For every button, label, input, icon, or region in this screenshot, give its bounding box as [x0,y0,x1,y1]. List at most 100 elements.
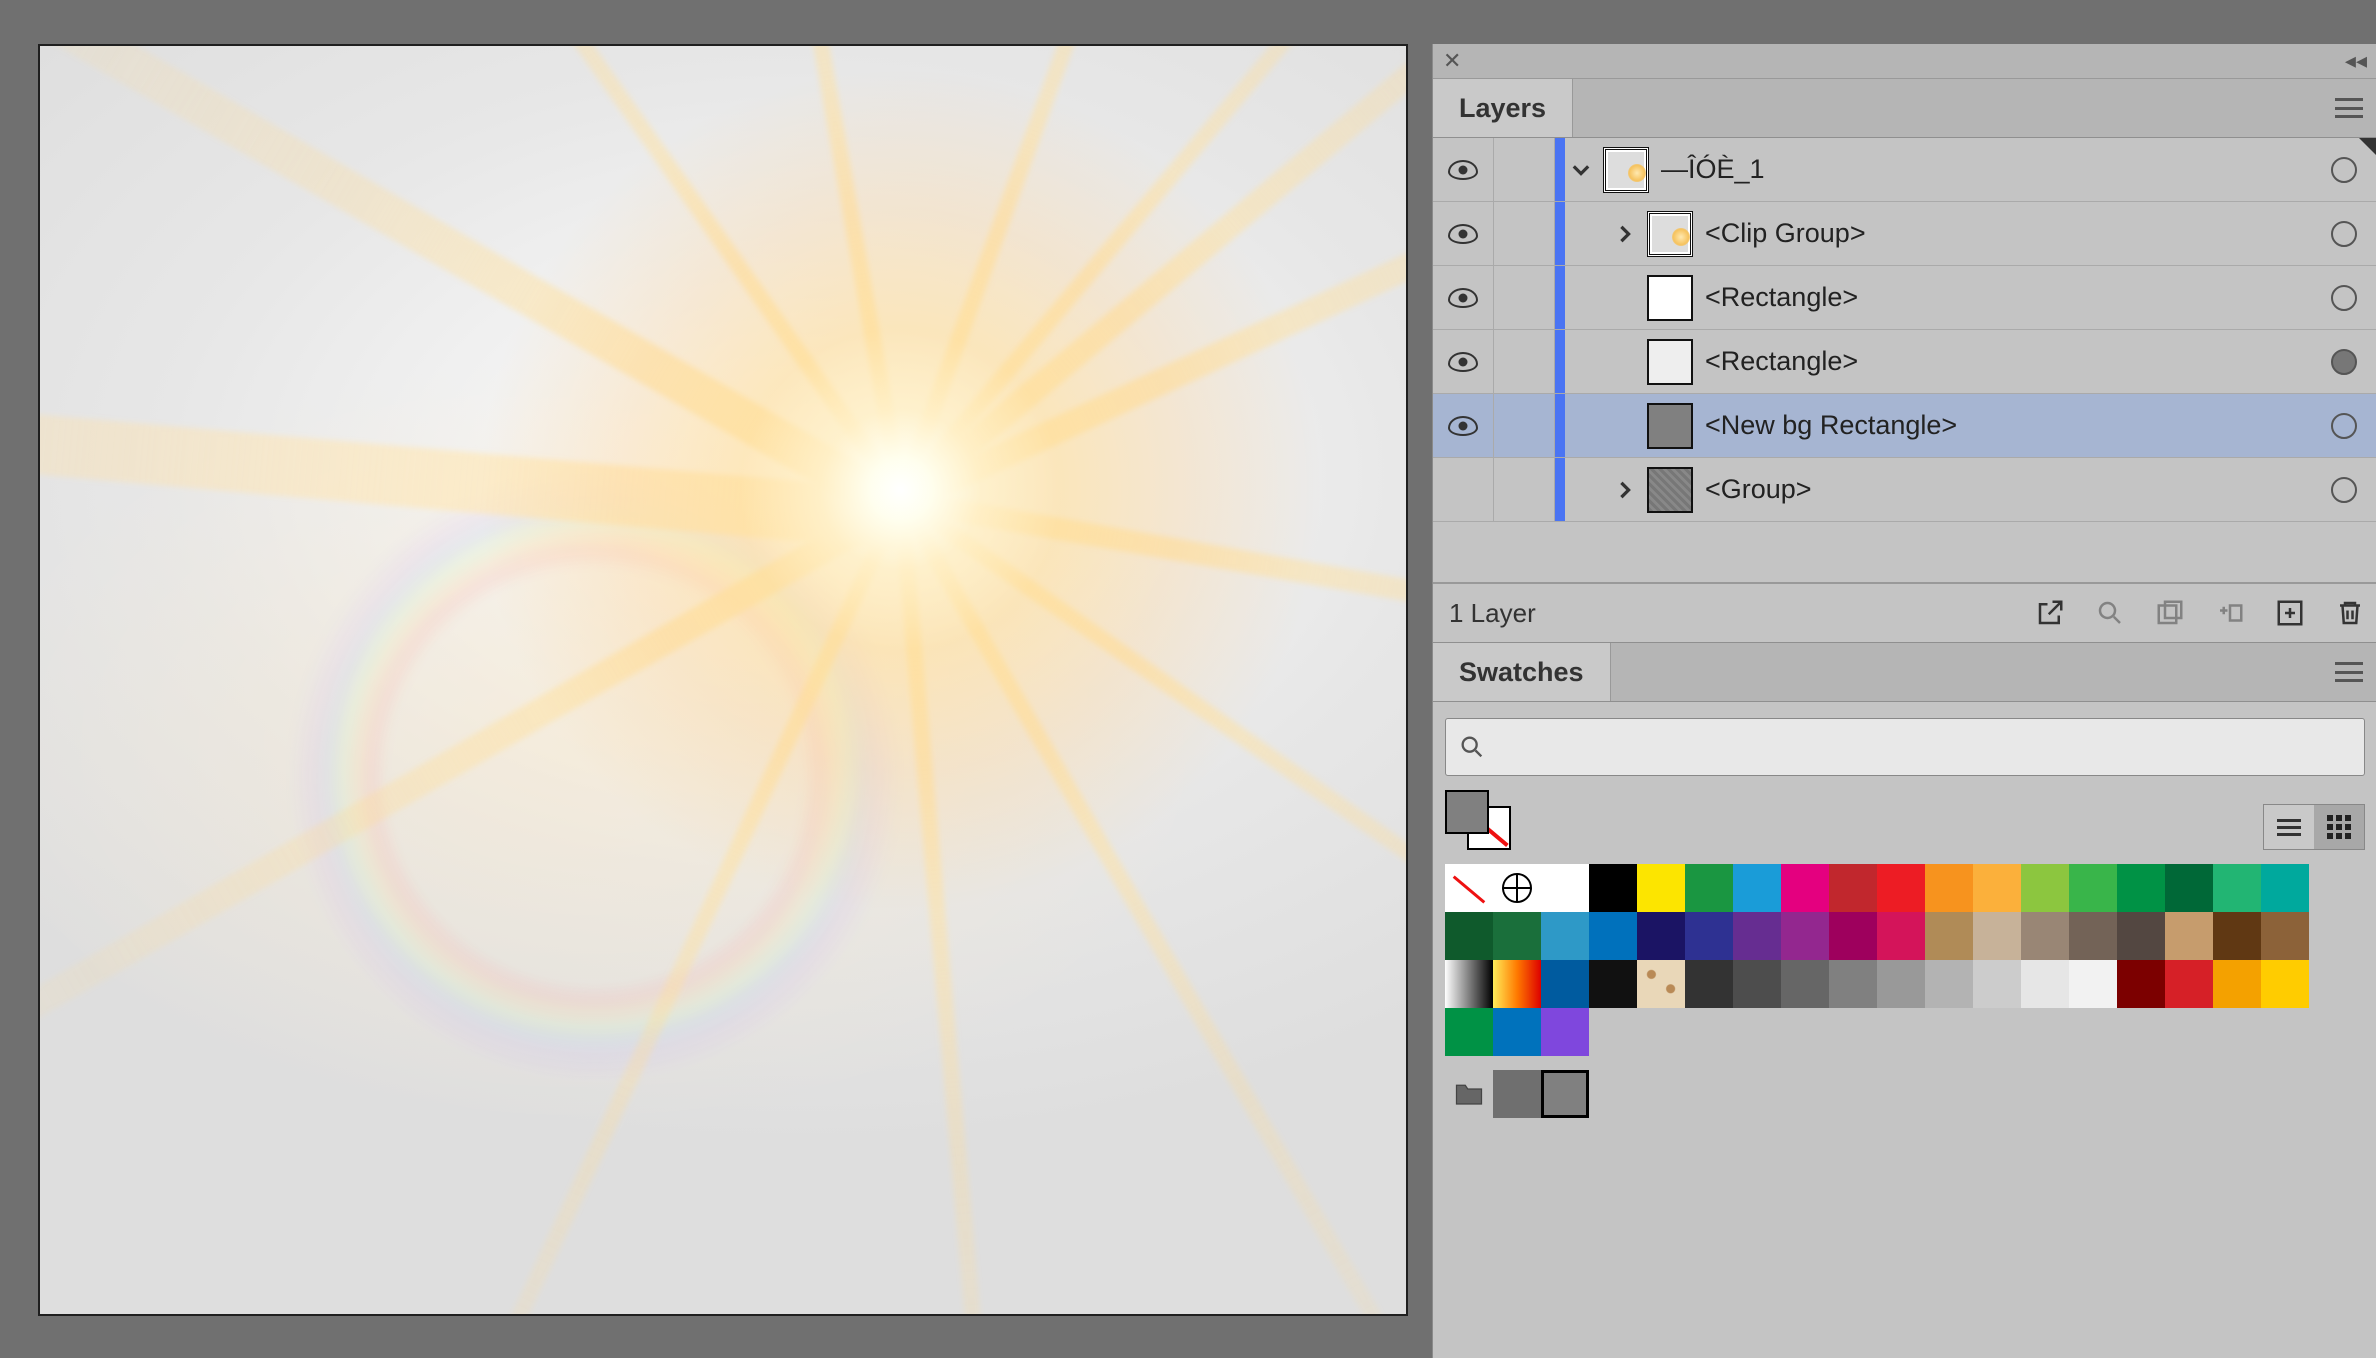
layer-row[interactable]: <Group> [1433,458,2376,522]
swatch-search-input[interactable] [1498,732,2352,762]
swatch[interactable] [1445,1008,1493,1056]
swatch[interactable] [1589,912,1637,960]
search-layers-icon[interactable] [2095,598,2125,628]
layer-name-label[interactable]: <Clip Group> [1705,218,1866,249]
swatch[interactable] [1493,912,1541,960]
swatch[interactable] [1733,864,1781,912]
fill-swatch[interactable] [1445,790,1489,834]
visibility-toggle[interactable] [1433,458,1494,521]
swatch[interactable] [1733,960,1781,1008]
swatch[interactable] [2021,960,2069,1008]
swatch[interactable] [1925,960,1973,1008]
swatch[interactable] [2069,960,2117,1008]
swatch[interactable] [1877,960,1925,1008]
swatch[interactable] [1637,912,1685,960]
swatch[interactable] [1877,864,1925,912]
visibility-toggle[interactable] [1433,266,1494,329]
layer-name-label[interactable]: <New bg Rectangle> [1705,410,1957,441]
new-layer-icon[interactable] [2275,598,2305,628]
swatch[interactable] [2021,864,2069,912]
target-indicator[interactable] [2331,138,2357,201]
swatch[interactable] [1781,912,1829,960]
swatch[interactable] [1685,960,1733,1008]
swatch[interactable] [1781,960,1829,1008]
swatch[interactable] [1541,960,1589,1008]
swatch[interactable] [1445,912,1493,960]
swatch[interactable] [1589,864,1637,912]
layer-name-label[interactable]: <Rectangle> [1705,282,1858,313]
swatch[interactable] [1973,864,2021,912]
lock-toggle[interactable] [1494,266,1555,329]
swatch[interactable] [1781,864,1829,912]
disclosure-triangle[interactable] [1609,481,1641,499]
lock-toggle[interactable] [1494,394,1555,457]
swatch[interactable] [1877,912,1925,960]
layer-thumbnail[interactable] [1647,275,1693,321]
swatch-folder-icon[interactable] [1445,1070,1493,1118]
layers-empty-area[interactable] [1433,522,2376,583]
swatch[interactable] [2117,864,2165,912]
layer-thumbnail[interactable] [1647,467,1693,513]
layer-row[interactable]: —ÎÓÈ_1 [1433,138,2376,202]
swatch[interactable] [2261,912,2309,960]
lock-toggle[interactable] [1494,202,1555,265]
new-sublayer-icon[interactable] [2215,598,2245,628]
disclosure-triangle[interactable] [1609,225,1641,243]
swatch-search[interactable] [1445,718,2365,776]
layer-row[interactable]: <New bg Rectangle> [1433,394,2376,458]
tab-layers[interactable]: Layers [1433,79,1573,137]
swatch[interactable] [2165,960,2213,1008]
swatch[interactable] [2069,912,2117,960]
layer-thumbnail[interactable] [1647,403,1693,449]
swatch[interactable] [2261,960,2309,1008]
layer-options-corner[interactable] [2359,138,2376,156]
swatch[interactable] [1829,864,1877,912]
layer-row[interactable]: <Rectangle> [1433,330,2376,394]
swatch[interactable] [2213,864,2261,912]
swatch[interactable] [1493,864,1541,912]
swatch[interactable] [1973,912,2021,960]
swatch[interactable] [1829,960,1877,1008]
swatch[interactable] [2261,864,2309,912]
swatch[interactable] [1541,912,1589,960]
swatch[interactable] [1541,1008,1589,1056]
fill-stroke-indicator[interactable] [1445,790,1511,850]
disclosure-triangle[interactable] [1565,161,1597,179]
swatch[interactable] [1541,864,1589,912]
target-indicator[interactable] [2331,394,2357,457]
visibility-toggle[interactable] [1433,394,1494,457]
layer-name-label[interactable]: —ÎÓÈ_1 [1661,154,1765,185]
target-indicator[interactable] [2331,330,2357,393]
clipping-mask-icon[interactable] [2155,598,2185,628]
swatch[interactable] [1637,960,1685,1008]
swatches-panel-menu[interactable] [2335,643,2363,701]
swatch[interactable] [2165,912,2213,960]
list-view-button[interactable] [2264,805,2314,849]
swatch[interactable] [2117,960,2165,1008]
collapse-panel-icon[interactable]: ◂◂ [2345,50,2367,72]
lock-toggle[interactable] [1494,330,1555,393]
visibility-toggle[interactable] [1433,202,1494,265]
tab-swatches[interactable]: Swatches [1433,643,1611,701]
swatch[interactable] [2165,864,2213,912]
swatch[interactable] [1493,1008,1541,1056]
target-indicator[interactable] [2331,458,2357,521]
swatch[interactable] [2069,864,2117,912]
swatch[interactable] [1829,912,1877,960]
layer-name-label[interactable]: <Rectangle> [1705,346,1858,377]
target-indicator[interactable] [2331,266,2357,329]
swatch[interactable] [1445,960,1493,1008]
grid-view-button[interactable] [2314,805,2364,849]
visibility-toggle[interactable] [1433,330,1494,393]
swatch[interactable] [2117,912,2165,960]
swatch[interactable] [1925,912,1973,960]
swatch[interactable] [1637,864,1685,912]
close-panel-icon[interactable]: ✕ [1443,50,1461,72]
delete-layer-icon[interactable] [2335,598,2365,628]
layers-panel-menu[interactable] [2335,79,2363,137]
swatch[interactable] [1925,864,1973,912]
lock-toggle[interactable] [1494,138,1555,201]
swatch[interactable] [1973,960,2021,1008]
layer-thumbnail[interactable] [1647,211,1693,257]
swatch[interactable] [2213,912,2261,960]
